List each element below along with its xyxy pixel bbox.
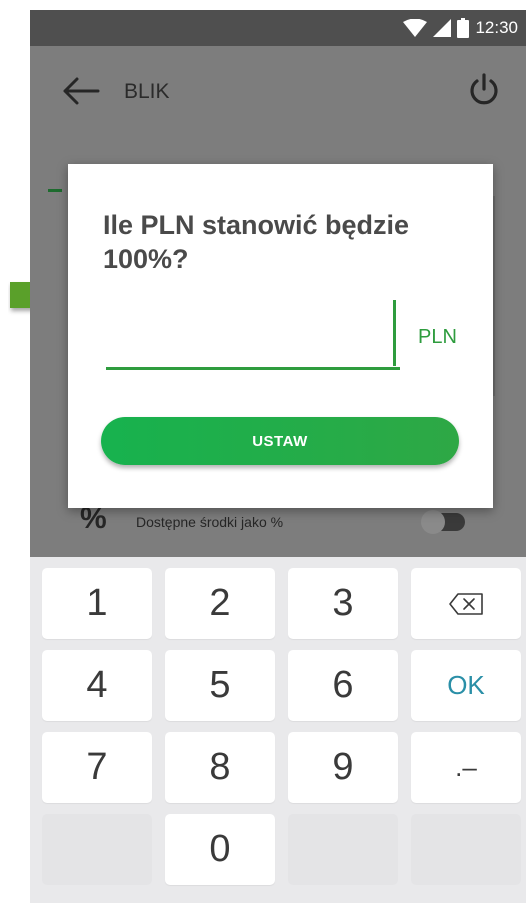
percent-setting-row: % Dostępne środki jako % bbox=[80, 502, 480, 542]
set-button[interactable]: USTAW bbox=[101, 417, 459, 465]
key-4[interactable]: 4 bbox=[42, 650, 152, 721]
back-arrow-icon[interactable] bbox=[60, 76, 100, 106]
percent-setting-label: Dostępne środki jako % bbox=[136, 514, 284, 530]
key-2[interactable]: 2 bbox=[165, 568, 275, 639]
status-time: 12:30 bbox=[475, 18, 518, 37]
backspace-key[interactable] bbox=[411, 568, 521, 639]
key-7[interactable]: 7 bbox=[42, 732, 152, 803]
numeric-keypad: 1 2 3 4 5 6 OK 7 8 9 .– 0 bbox=[30, 557, 526, 903]
amount-input[interactable] bbox=[106, 298, 400, 370]
background-tab-indicator bbox=[48, 189, 62, 192]
blank-key-left bbox=[42, 814, 152, 885]
power-icon[interactable] bbox=[466, 72, 502, 108]
key-6[interactable]: 6 bbox=[288, 650, 398, 721]
percent-toggle[interactable] bbox=[421, 510, 467, 534]
wifi-icon bbox=[403, 19, 428, 37]
ok-key[interactable]: OK bbox=[411, 650, 521, 721]
dialog-title: Ile PLN stanowić będzie 100%? bbox=[103, 210, 410, 274]
key-1[interactable]: 1 bbox=[42, 568, 152, 639]
backspace-icon bbox=[449, 592, 483, 615]
blank-key-middle bbox=[288, 814, 398, 885]
key-0[interactable]: 0 bbox=[165, 814, 275, 885]
key-5[interactable]: 5 bbox=[165, 650, 275, 721]
toolbar-title: BLIK bbox=[124, 80, 170, 103]
blank-key-right bbox=[411, 814, 521, 885]
signal-icon bbox=[433, 19, 452, 37]
key-8[interactable]: 8 bbox=[165, 732, 275, 803]
battery-icon bbox=[457, 18, 470, 38]
status-bar: 12:30 bbox=[30, 10, 526, 46]
currency-label: PLN bbox=[418, 326, 457, 348]
text-cursor bbox=[393, 300, 396, 366]
key-9[interactable]: 9 bbox=[288, 732, 398, 803]
phone-screen: 12:30 BLIK % Dostępne środki jako % Ile … bbox=[30, 10, 526, 903]
app-background: BLIK % Dostępne środki jako % Ile PLN st… bbox=[30, 46, 526, 557]
key-3[interactable]: 3 bbox=[288, 568, 398, 639]
separator-key[interactable]: .– bbox=[411, 732, 521, 803]
amount-dialog: Ile PLN stanowić będzie 100%? PLN USTAW bbox=[68, 164, 493, 508]
toggle-knob bbox=[421, 510, 445, 534]
background-card-edge bbox=[493, 196, 495, 396]
